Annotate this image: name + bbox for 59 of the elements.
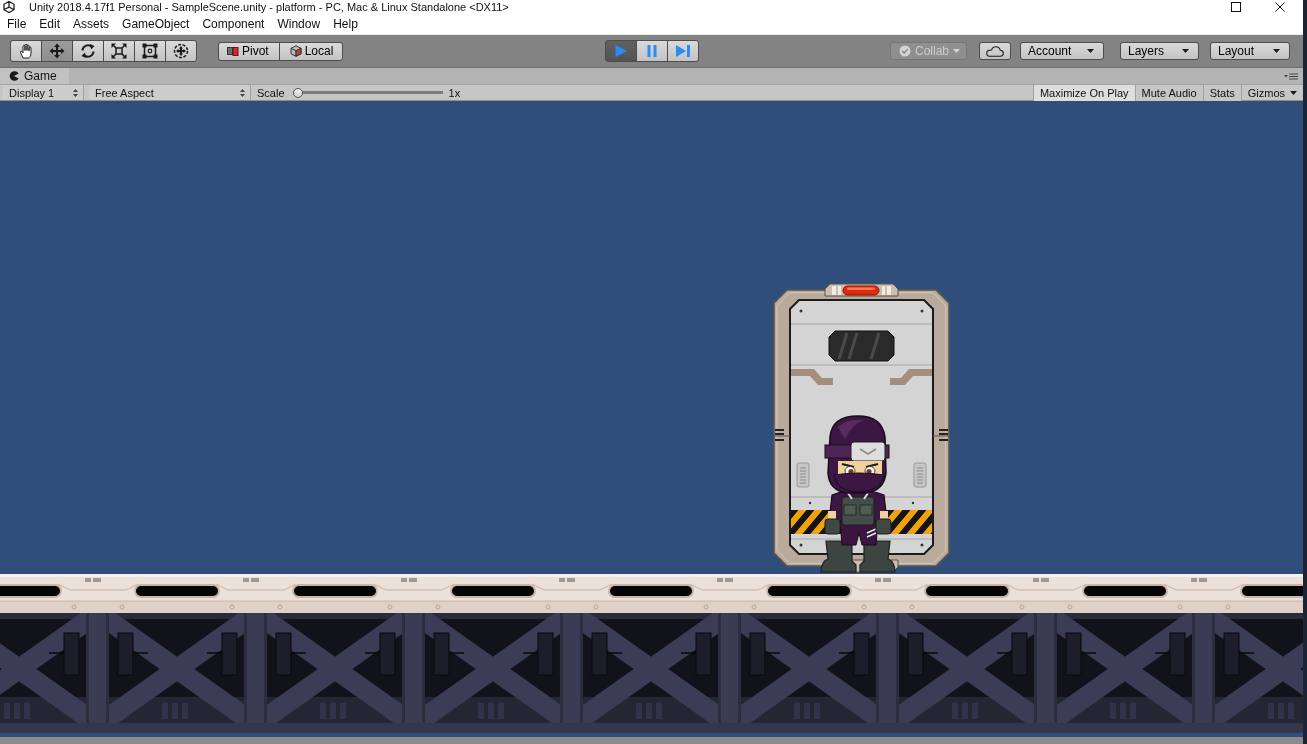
window-title: Unity 2018.4.17f1 Personal - SampleScene.unity - platform - PC, Mac & Linux Standalone <DX11> (29, 0, 509, 14)
pivot-button[interactable]: Pivot (218, 41, 280, 61)
display-dropdown[interactable]: Display 1 (3, 85, 84, 100)
maximize-icon[interactable] (1231, 2, 1241, 12)
scale-reading: 1x (448, 86, 461, 99)
gizmos-dropdown[interactable]: Gizmos (1240, 84, 1300, 101)
menu-item[interactable]: Window (271, 14, 327, 34)
tool-button[interactable] (72, 40, 104, 62)
hand-icon (18, 43, 34, 59)
cube-icon (289, 45, 302, 57)
pause-button[interactable] (635, 40, 668, 62)
toolbar-toggle[interactable]: Maximize On Play (1032, 84, 1135, 101)
pacman-icon (9, 71, 19, 81)
scale-icon (111, 43, 127, 59)
local-button[interactable]: Local (278, 41, 344, 61)
menu-item[interactable]: GameObject (116, 14, 196, 34)
scale-slider[interactable] (292, 87, 443, 98)
pause-icon (645, 44, 658, 58)
pivot-icon (227, 45, 239, 57)
rotate-icon (80, 43, 96, 59)
logo-icon (3, 1, 15, 13)
caret-icon (1273, 49, 1280, 53)
up-down-arrows-icon (73, 88, 78, 97)
step-button[interactable] (666, 40, 699, 62)
menu-item[interactable]: Edit (33, 14, 67, 34)
caret-icon (953, 49, 961, 53)
menu-icon[interactable] (1284, 72, 1298, 80)
close-icon[interactable] (1275, 2, 1285, 12)
transform-icon (173, 43, 189, 59)
toolbar-toggle[interactable]: Mute Audio (1134, 84, 1203, 101)
account-dropdown[interactable]: Account (1020, 42, 1104, 60)
up-down-arrows-icon (240, 88, 245, 97)
tool-button[interactable] (10, 40, 42, 62)
layers-dropdown[interactable]: Layers (1120, 42, 1199, 60)
slider-thumb[interactable] (292, 87, 303, 98)
layout-dropdown[interactable]: Layout (1210, 42, 1290, 60)
scale-label: Scale (257, 86, 285, 99)
toolbar-toggle[interactable]: Stats (1202, 84, 1241, 101)
play-icon (613, 44, 628, 58)
menu-item[interactable]: File (1, 14, 33, 34)
step-icon (674, 44, 691, 58)
play-button[interactable] (604, 40, 637, 62)
move-icon (49, 43, 65, 59)
tool-button[interactable] (165, 40, 197, 62)
caret-icon (1087, 49, 1094, 53)
cloud-icon (986, 45, 1004, 57)
caret-icon (1290, 90, 1297, 95)
menu-item[interactable]: Assets (67, 14, 116, 34)
tool-button[interactable] (41, 40, 73, 62)
tool-button[interactable] (103, 40, 135, 62)
cloud-button[interactable] (979, 42, 1011, 60)
menu-item[interactable]: Help (327, 14, 364, 34)
check-circle-icon (899, 45, 911, 57)
caret-icon (1182, 49, 1189, 53)
tool-button[interactable] (134, 40, 166, 62)
menu-item[interactable]: Component (196, 14, 271, 34)
rect-icon (142, 43, 158, 59)
game-tab[interactable]: Game (0, 68, 69, 84)
aspect-dropdown[interactable]: Free Aspect (89, 85, 251, 100)
